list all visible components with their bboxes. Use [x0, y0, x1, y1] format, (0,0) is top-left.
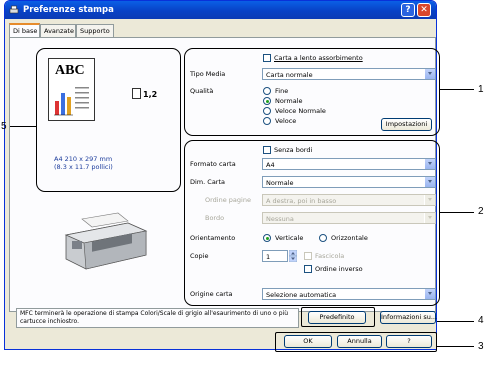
callout-5: 5 [1, 121, 7, 132]
tab-advanced[interactable]: Avanzate [40, 24, 76, 37]
paper-format-value: A4 [266, 161, 275, 169]
paper-source-select[interactable]: Selezione automatica [262, 288, 436, 300]
media-type-select[interactable]: Carta normale [262, 68, 436, 80]
quality-normal-label: Normale [275, 97, 303, 105]
collate-checkbox [304, 252, 312, 260]
cancel-button[interactable]: Annulla [337, 335, 382, 348]
chevron-down-icon[interactable] [424, 159, 435, 169]
callout-line-1 [440, 89, 474, 90]
quality-fast-normal-radio[interactable] [263, 107, 271, 115]
callout-line-2 [440, 212, 474, 213]
copies-value: 1 [266, 253, 271, 261]
border-select: Nessuna [262, 212, 436, 224]
slow-dry-paper-checkbox[interactable] [263, 54, 271, 62]
orientation-portrait-label: Verticale [275, 234, 304, 242]
chevron-down-icon[interactable] [424, 289, 435, 299]
border-value: Nessuna [266, 215, 294, 223]
media-type-label: Tipo Media [190, 70, 226, 78]
media-type-value: Carta normale [266, 71, 313, 79]
chevron-down-icon[interactable] [424, 69, 435, 79]
collate-label: Fascicola [315, 252, 345, 260]
paper-source-label: Origine carta [190, 290, 233, 298]
page-order-label: Ordine pagine [205, 196, 251, 204]
copies-spinner-icon[interactable] [289, 250, 297, 262]
chevron-down-icon [424, 195, 435, 205]
borderless-label: Senza bordi [274, 146, 313, 154]
title-bar: Preferenze stampa ? ✕ [5, 1, 436, 19]
reverse-order-checkbox[interactable] [304, 265, 312, 273]
quality-fast-label: Veloce [275, 117, 297, 125]
orientation-portrait-radio[interactable] [263, 234, 271, 242]
copies-icon [132, 88, 141, 99]
copies-label: Copie [190, 252, 209, 260]
orientation-landscape-radio[interactable] [319, 234, 327, 242]
footer-message: MFC terminerà le operazione di stampa Co… [16, 308, 299, 328]
callout-3: 3 [478, 341, 484, 352]
chevron-down-icon [424, 213, 435, 223]
border-label: Bordo [205, 214, 225, 222]
quality-fast-radio[interactable] [263, 117, 271, 125]
tab-support[interactable]: Supporto [76, 24, 114, 37]
default-button[interactable]: Predefinito [308, 311, 366, 324]
reverse-order-label: Ordine inverso [315, 265, 363, 273]
chevron-down-icon[interactable] [424, 177, 435, 187]
copies-input[interactable]: 1 [262, 250, 288, 262]
page-order-select: A destra, poi in basso [262, 194, 436, 206]
window-title: Preferenze stampa [23, 5, 114, 15]
callout-2: 2 [478, 206, 484, 217]
copies-preview-label: 1,2 [143, 90, 158, 99]
callout-1: 1 [478, 84, 484, 95]
slow-dry-paper-label: Carta a lento assorbimento [274, 54, 363, 62]
quality-normal-radio[interactable] [263, 97, 271, 105]
printer-icon [9, 5, 19, 14]
callout-line-3 [437, 346, 474, 347]
quality-fast-normal-label: Veloce Normale [275, 107, 326, 115]
page-layout-value: Normale [266, 179, 294, 187]
help-title-button[interactable]: ? [401, 3, 415, 17]
paper-source-value: Selezione automatica [266, 291, 337, 299]
page-order-value: A destra, poi in basso [266, 197, 337, 205]
quality-label: Qualità [190, 87, 214, 95]
callout-line-4 [437, 321, 474, 322]
callout-line-5 [10, 126, 36, 127]
settings-button[interactable]: Impostazioni [381, 118, 432, 131]
orientation-landscape-label: Orizzontale [331, 234, 368, 242]
page-layout-label: Dim. Carta [190, 178, 226, 186]
paper-size-inches-text: (8.3 x 11.7 pollici) [54, 163, 113, 171]
close-button[interactable]: ✕ [417, 3, 431, 17]
quality-fine-radio[interactable] [263, 87, 271, 95]
paper-size-text: A4 210 x 297 mm [54, 155, 113, 163]
orientation-label: Orientamento [190, 234, 236, 242]
page-preview: ABC [48, 58, 95, 121]
quality-fine-label: Fine [275, 87, 289, 95]
paper-format-select[interactable]: A4 [262, 158, 436, 170]
page-layout-select[interactable]: Normale [262, 176, 436, 188]
borderless-checkbox[interactable] [263, 146, 271, 154]
help-button[interactable]: ? [386, 335, 432, 348]
callout-4: 4 [478, 315, 484, 326]
preview-chart-image [54, 87, 89, 116]
printer-image [64, 212, 148, 270]
ok-button[interactable]: OK [284, 335, 332, 348]
paper-format-label: Formato carta [190, 160, 236, 168]
tab-basic[interactable]: Di base [9, 23, 40, 37]
preview-abc-text: ABC [55, 63, 85, 78]
about-button[interactable]: Informazioni su... [380, 311, 437, 324]
